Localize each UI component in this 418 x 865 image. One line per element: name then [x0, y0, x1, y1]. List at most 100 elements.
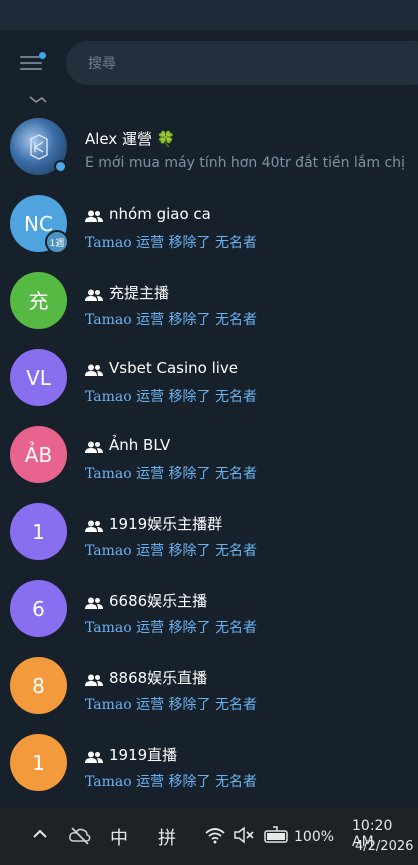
- group-icon: [85, 672, 103, 686]
- chat-avatar: 1: [10, 734, 67, 791]
- chat-preview: Tamao 运营 移除了 无名者: [85, 386, 257, 406]
- avatar-initials: 1: [32, 519, 45, 544]
- battery-percent: 100%: [294, 829, 335, 845]
- preview-action: 运营 移除了 无名者: [131, 697, 258, 713]
- chat-name-text: nhóm giao ca: [109, 205, 211, 223]
- online-status-icon: [54, 160, 67, 173]
- preview-sender: Tamao: [85, 620, 132, 636]
- chat-name: 1919娱乐主播群: [85, 513, 222, 534]
- chat-list-item[interactable]: 1 1919娱乐主播群 Tamao 运营 移除了 无名者: [0, 493, 418, 570]
- chat-preview: Tamao 运营 移除了 无名者: [85, 463, 257, 483]
- chat-name-text: 充提主播: [109, 284, 170, 302]
- chat-name: 8868娱乐直播: [85, 667, 207, 688]
- group-icon: [85, 439, 103, 453]
- chat-preview: Tamao 运营 移除了 无名者: [85, 771, 257, 791]
- group-icon: [85, 749, 103, 763]
- ime-pinyin-indicator[interactable]: 拼: [158, 824, 176, 850]
- preview-sender: Tamao: [85, 543, 132, 559]
- chat-name-text: 1919直播: [109, 746, 178, 764]
- search-input[interactable]: 搜尋: [66, 41, 418, 85]
- preview-sender: Tamao: [85, 312, 132, 328]
- menu-line-icon: [20, 56, 40, 58]
- chat-name: 1919直播: [85, 744, 177, 765]
- chat-name-text: Ảnh BLV: [109, 436, 171, 454]
- preview-action: 运营 移除了 无名者: [131, 312, 258, 328]
- avatar-initials: NC: [24, 211, 53, 236]
- preview-sender: Tamao: [85, 235, 132, 251]
- preview-sender: Tamao: [85, 697, 132, 713]
- chat-name-text: 8868娱乐直播: [109, 669, 208, 687]
- chat-name: Vsbet Casino live: [85, 359, 238, 377]
- preview-action: 运营 移除了 无名者: [131, 620, 258, 636]
- chat-avatar: VL: [10, 349, 67, 406]
- preview-action: 运营 移除了 无名者: [131, 543, 258, 559]
- chat-name: Alex 運營 🍀: [85, 128, 175, 149]
- volume-muted-icon[interactable]: [233, 826, 257, 849]
- battery-charging-icon[interactable]: [264, 826, 290, 849]
- chat-name: nhóm giao ca: [85, 205, 211, 223]
- show-hidden-icons-button[interactable]: [30, 826, 50, 847]
- chat-list-item[interactable]: ẢB Ảnh BLV Tamao 运营 移除了 无名者: [0, 416, 418, 493]
- chat-list-item[interactable]: 1 1919直播 Tamao 运营 移除了 无名者: [0, 724, 418, 801]
- chat-preview: Tamao 运营 移除了 无名者: [85, 540, 257, 560]
- chat-preview: Tamao 运营 移除了 无名者: [85, 617, 257, 637]
- chat-list-item[interactable]: NC 1週 nhóm giao ca Tamao 运营 移除了 无名者: [0, 185, 418, 262]
- preview-sender: Tamao: [85, 774, 132, 790]
- avatar-initials: ẢB: [24, 442, 53, 467]
- chat-avatar: 8: [10, 657, 67, 714]
- chat-preview: Tamao 运营 移除了 无名者: [85, 232, 257, 252]
- group-icon: [85, 362, 103, 376]
- preview-sender: Tamao: [85, 466, 132, 482]
- avatar-logo-icon: [29, 133, 48, 160]
- menu-line-icon: [20, 62, 42, 64]
- avatar-initials: 8: [32, 673, 45, 698]
- chat-avatar: 6: [10, 580, 67, 637]
- group-icon: [85, 595, 103, 609]
- chat-list-item[interactable]: VL Vsbet Casino live Tamao 运营 移除了 无名者: [0, 339, 418, 416]
- preview-action: 运营 移除了 无名者: [131, 235, 258, 251]
- preview-action: 运营 移除了 无名者: [131, 774, 258, 790]
- chat-preview: E mới mua máy tính hơn 40tr đắt tiền lắm…: [85, 155, 405, 171]
- chat-name-text: Alex 運營 🍀: [85, 130, 176, 148]
- group-icon: [85, 287, 103, 301]
- search-placeholder: 搜尋: [88, 56, 116, 72]
- preview-sender: Tamao: [85, 389, 132, 405]
- chat-name-text: Vsbet Casino live: [109, 359, 239, 377]
- chat-avatar: 充: [10, 272, 67, 329]
- scrolled-item-peek: [26, 96, 56, 103]
- ime-mode-indicator[interactable]: 中: [110, 824, 128, 850]
- hamburger-menu-button[interactable]: [18, 52, 46, 74]
- system-taskbar: 中 拼 100% 10:20 AM 4/2/2026: [0, 808, 418, 865]
- chat-preview: Tamao 运营 移除了 无名者: [85, 309, 257, 329]
- cloud-offline-icon[interactable]: [68, 826, 92, 851]
- chat-list-item[interactable]: 8 8868娱乐直播 Tamao 运营 移除了 无名者: [0, 647, 418, 724]
- chat-list[interactable]: Alex 運營 🍀 E mới mua máy tính hơn 40tr đắt…: [0, 96, 418, 808]
- chat-list-item[interactable]: Alex 運營 🍀 E mới mua máy tính hơn 40tr đắt…: [0, 108, 418, 185]
- window-titlebar: [0, 0, 418, 30]
- wifi-icon[interactable]: [204, 826, 226, 849]
- preview-action: 运营 移除了 无名者: [131, 466, 258, 482]
- chat-preview: Tamao 运营 移除了 无名者: [85, 694, 257, 714]
- avatar-initials: VL: [26, 365, 51, 390]
- preview-action: 运营 移除了 无名者: [131, 389, 258, 405]
- chat-avatar: [10, 118, 67, 175]
- group-icon: [85, 518, 103, 532]
- avatar-initials: 充: [28, 288, 49, 313]
- avatar-initials: 6: [32, 596, 45, 621]
- group-icon: [85, 208, 103, 222]
- chat-name: Ảnh BLV: [85, 436, 170, 454]
- clock-date[interactable]: 4/2/2026: [355, 839, 413, 854]
- chat-list-item[interactable]: 充 充提主播 Tamao 运营 移除了 无名者: [0, 262, 418, 339]
- chat-name: 充提主播: [85, 282, 169, 303]
- chat-list-header: 搜尋: [0, 30, 418, 96]
- chat-avatar: 1: [10, 503, 67, 560]
- avatar-status-badge: 1週: [45, 230, 69, 254]
- chat-avatar: ẢB: [10, 426, 67, 483]
- avatar-initials: 1: [32, 750, 45, 775]
- chat-name: 6686娱乐主播: [85, 590, 207, 611]
- chat-name-text: 6686娱乐主播: [109, 592, 208, 610]
- notification-dot-icon: [39, 52, 46, 59]
- chat-avatar: NC 1週: [10, 195, 69, 254]
- chat-list-item[interactable]: 6 6686娱乐主播 Tamao 运营 移除了 无名者: [0, 570, 418, 647]
- menu-line-icon: [20, 68, 42, 70]
